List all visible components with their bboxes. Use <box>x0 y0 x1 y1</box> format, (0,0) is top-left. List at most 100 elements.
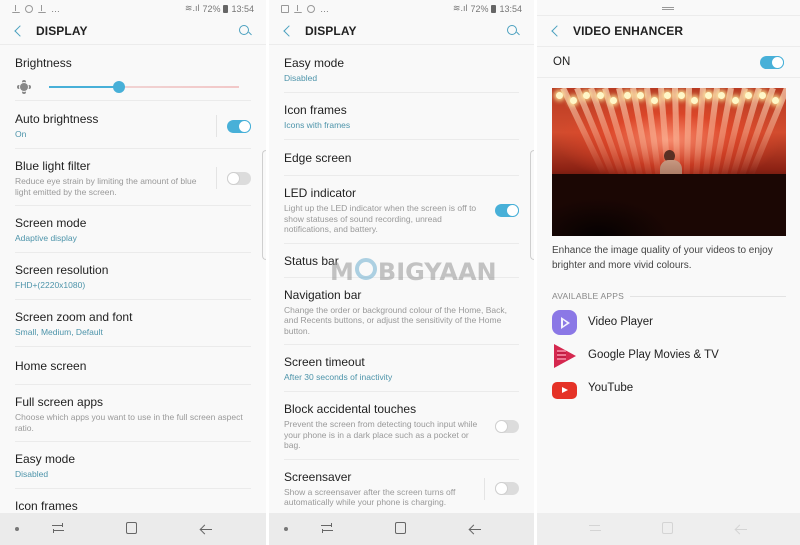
app-item-play-movies[interactable]: Google Play Movies & TV <box>552 342 786 368</box>
stage-light <box>569 97 577 104</box>
app-item-youtube[interactable]: YouTube <box>552 375 786 401</box>
battery-icon <box>491 4 497 13</box>
master-switch-label: ON <box>553 56 571 68</box>
recents-icon[interactable] <box>589 523 601 533</box>
drag-handle-icon[interactable] <box>662 7 674 10</box>
setting-value: FHD+(2220x1080) <box>15 280 86 290</box>
instagram-notification-icon <box>25 4 33 13</box>
upload-icon <box>38 4 46 13</box>
setting-label: Status bar <box>284 253 339 268</box>
page-title: DISPLAY <box>36 23 88 38</box>
setting-led-indicator[interactable]: LED indicator Light up the LED indicator… <box>284 176 519 244</box>
brightness-slider-thumb[interactable] <box>113 80 126 93</box>
setting-navigation-bar[interactable]: Navigation bar Change the order or backg… <box>284 278 519 345</box>
navigation-bar <box>0 513 266 545</box>
setting-full-screen-apps[interactable]: Full screen apps Choose which apps you w… <box>15 385 251 442</box>
home-icon[interactable] <box>126 522 137 534</box>
auto-brightness-toggle[interactable] <box>227 119 251 133</box>
nav-dot-icon <box>15 527 19 531</box>
search-icon[interactable] <box>506 24 520 38</box>
brightness-sun-icon <box>17 80 31 94</box>
app-name: Video Player <box>588 316 653 328</box>
setting-label: Auto brightness <box>15 112 99 126</box>
setting-screen-mode[interactable]: Screen mode Adaptive display <box>15 206 251 253</box>
setting-description: Prevent the screen from detecting touch … <box>284 419 478 450</box>
stage-light <box>583 92 590 99</box>
stage-light <box>691 97 698 104</box>
battery-percent: 72% <box>202 3 221 14</box>
play-movies-icon <box>552 343 577 368</box>
status-bar: … ≋.ıl 72% 13:54 <box>0 0 266 17</box>
brightness-label: Brightness <box>15 56 72 70</box>
setting-easy-mode[interactable]: Easy mode Disabled <box>284 46 519 93</box>
setting-value: After 30 seconds of inactivity <box>284 372 393 382</box>
stage-light <box>596 92 604 99</box>
page-title: VIDEO ENHANCER <box>573 24 684 38</box>
brightness-slider[interactable] <box>49 80 239 93</box>
gallery-notification-icon <box>281 4 289 13</box>
nav-back-icon[interactable] <box>735 523 747 535</box>
nav-back-icon[interactable] <box>469 523 481 535</box>
led-indicator-toggle[interactable] <box>495 203 519 217</box>
download-icon <box>294 4 302 13</box>
setting-description: Show a screensaver after the screen turn… <box>284 486 456 508</box>
toggle-knob <box>495 419 508 433</box>
feature-description: Enhance the image quality of your videos… <box>552 245 773 271</box>
home-icon[interactable] <box>395 522 406 534</box>
toggle-divider <box>216 115 217 137</box>
back-icon[interactable] <box>549 24 563 38</box>
video-enhancer-master-switch-row[interactable]: ON <box>537 47 800 78</box>
back-icon[interactable] <box>281 24 295 38</box>
toggle-knob <box>506 203 519 217</box>
navigation-bar <box>269 513 534 545</box>
setting-icon-frames[interactable]: Icon frames Icons with frames <box>284 93 519 140</box>
wifi-signal-icon: ≋.ıl <box>184 3 200 13</box>
setting-screen-zoom-font[interactable]: Screen zoom and font Small, Medium, Defa… <box>15 300 251 347</box>
setting-label: Screen resolution <box>15 263 109 277</box>
blue-light-filter-toggle[interactable] <box>227 171 251 185</box>
setting-blue-light-filter[interactable]: Blue light filter Reduce eye strain by l… <box>15 149 251 206</box>
setting-block-accidental-touches[interactable]: Block accidental touches Prevent the scr… <box>284 392 519 460</box>
setting-label: Home screen <box>15 359 87 373</box>
available-apps-header: AVAILABLE APPS <box>552 291 786 301</box>
section-divider <box>629 295 786 297</box>
setting-auto-brightness[interactable]: Auto brightness On <box>15 101 251 149</box>
app-item-video-player[interactable]: Video Player <box>552 309 786 335</box>
app-bar: DISPLAY <box>269 17 534 45</box>
app-name: YouTube <box>588 382 634 394</box>
setting-status-bar[interactable]: Status bar <box>284 244 519 278</box>
nav-back-icon[interactable] <box>200 523 212 535</box>
home-icon[interactable] <box>662 522 673 534</box>
setting-screen-timeout[interactable]: Screen timeout After 30 seconds of inact… <box>284 345 519 392</box>
search-icon[interactable] <box>238 24 252 38</box>
video-enhancer-screen: VIDEO ENHANCER ON Enhance the image qual… <box>537 0 800 545</box>
recents-icon[interactable] <box>52 523 64 533</box>
recents-icon[interactable] <box>321 523 333 533</box>
toggle-divider <box>484 477 485 500</box>
setting-label: Edge screen <box>284 151 352 165</box>
setting-label: Screen zoom and font <box>15 310 133 324</box>
preview-image <box>552 88 786 236</box>
block-accidental-touches-toggle[interactable] <box>495 419 519 433</box>
clock: 13:54 <box>499 3 522 14</box>
setting-value: Icons with frames <box>284 120 351 130</box>
setting-home-screen[interactable]: Home screen <box>15 347 251 385</box>
clock: 13:54 <box>231 3 254 14</box>
setting-value: Adaptive display <box>15 233 77 243</box>
youtube-icon <box>552 381 577 399</box>
setting-easy-mode[interactable]: Easy mode Disabled <box>15 442 251 489</box>
video-enhancer-toggle[interactable] <box>760 55 784 69</box>
setting-screensaver[interactable]: Screensaver Show a screensaver after the… <box>284 460 519 517</box>
stage-light <box>637 92 644 99</box>
setting-edge-screen[interactable]: Edge screen <box>284 140 519 176</box>
download-icon <box>12 4 20 13</box>
setting-screen-resolution[interactable]: Screen resolution FHD+(2220x1080) <box>15 253 251 300</box>
stage-light <box>623 92 631 99</box>
stage-light <box>704 92 712 99</box>
setting-description: Change the order or background colour of… <box>284 304 508 336</box>
screensaver-toggle[interactable] <box>495 482 519 495</box>
setting-label: Navigation bar <box>284 287 362 302</box>
brightness-slider-fill <box>49 85 120 88</box>
setting-label: Icon frames <box>15 499 78 513</box>
back-icon[interactable] <box>12 24 26 38</box>
